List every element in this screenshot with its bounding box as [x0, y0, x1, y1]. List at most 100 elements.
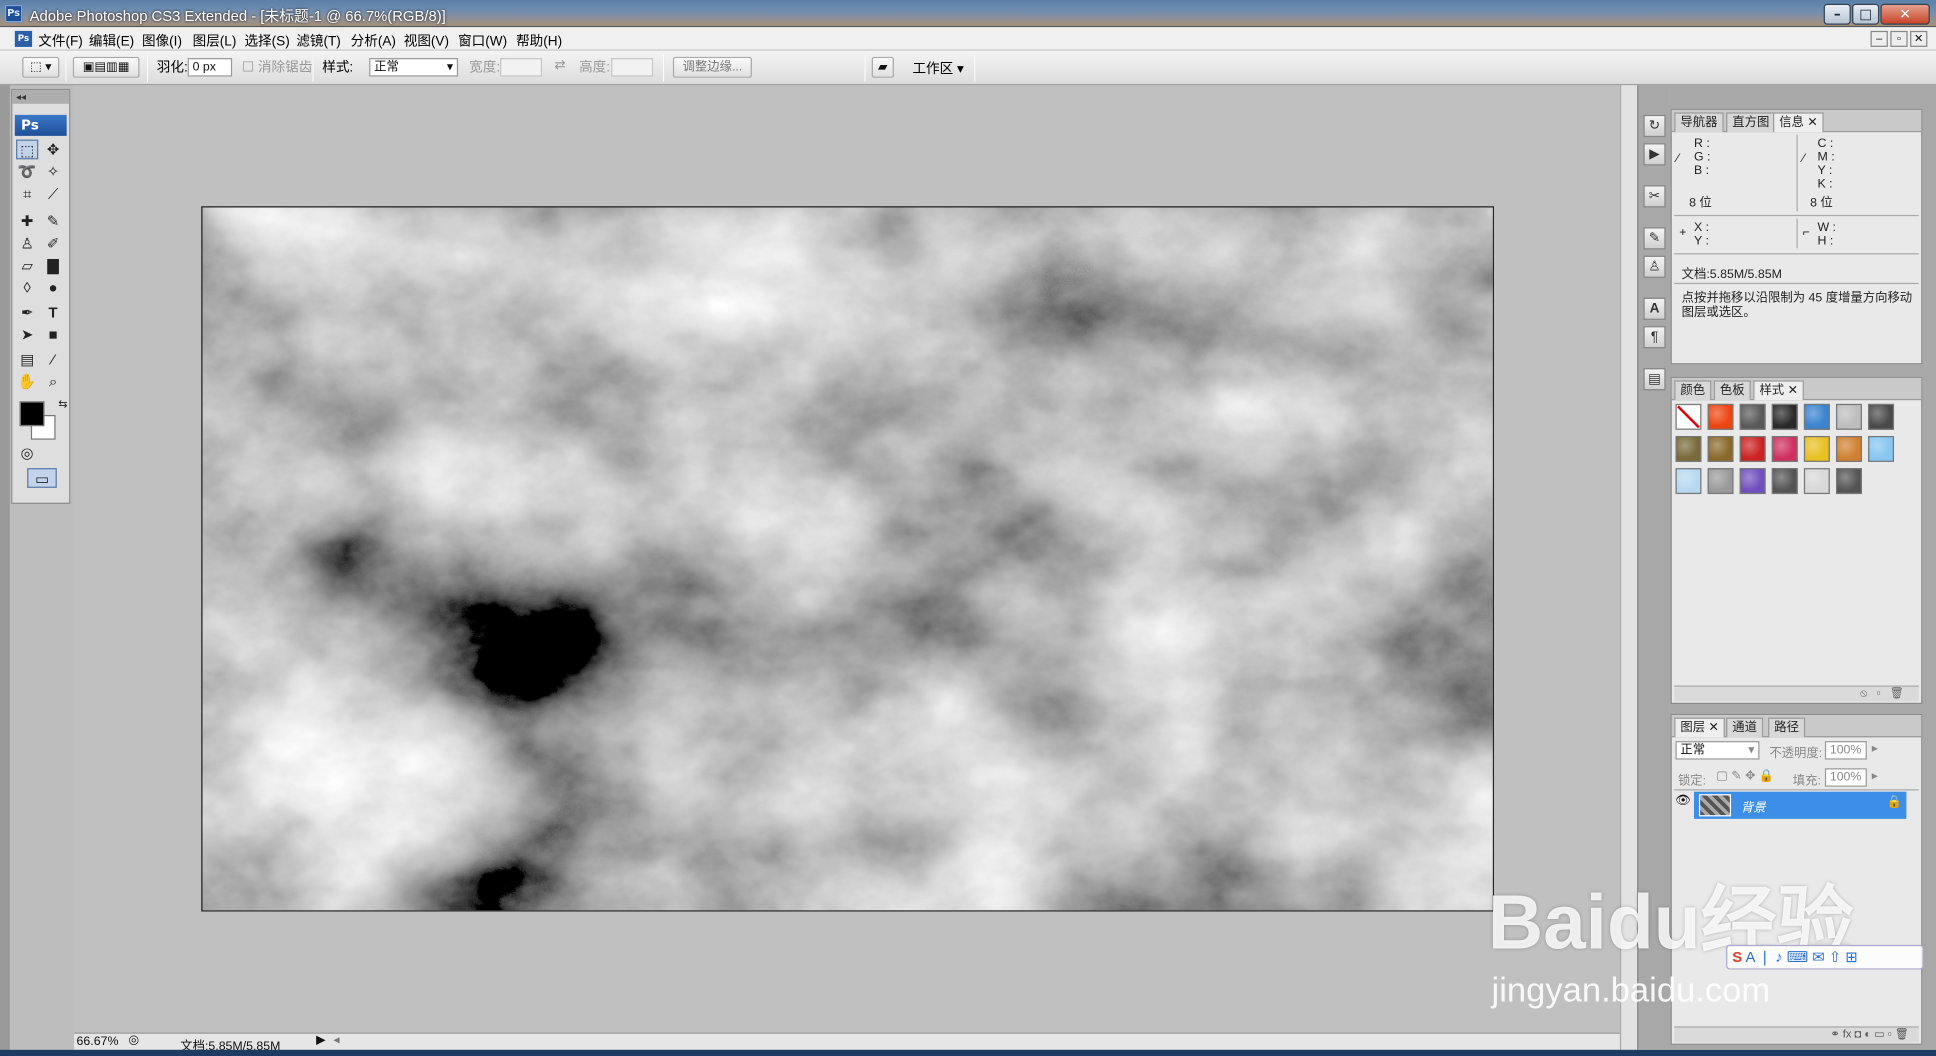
style-select[interactable]: 正常 ▾: [369, 58, 459, 77]
style-swatch[interactable]: [1739, 468, 1766, 495]
fill-input[interactable]: 100%: [1824, 768, 1867, 787]
style-swatch[interactable]: [1803, 468, 1830, 495]
refine-edge-button[interactable]: 调整边缘...: [672, 56, 752, 78]
height-input[interactable]: [611, 58, 654, 77]
crop-tool-icon[interactable]: ⌗: [16, 184, 38, 204]
zoom-tool-icon[interactable]: ⌕: [42, 372, 64, 392]
document-canvas[interactable]: [201, 206, 1494, 912]
marquee-tool-icon[interactable]: ⬚: [16, 139, 39, 160]
eyedropper-icon[interactable]: ⁄: [42, 350, 64, 370]
menu-file[interactable]: 文件(F): [38, 31, 83, 51]
style-swatch[interactable]: [1803, 403, 1830, 430]
tab-color[interactable]: 颜色: [1674, 380, 1712, 401]
notes-tool-icon[interactable]: ▤: [16, 350, 38, 370]
workspace-button[interactable]: 工作区 ▾: [912, 58, 963, 78]
brush-tool-icon[interactable]: ✎: [42, 211, 64, 231]
swap-icon[interactable]: ⇄: [554, 57, 565, 73]
document-icon[interactable]: Ps: [14, 30, 33, 47]
style-swatch[interactable]: [1771, 435, 1798, 462]
style-swatch[interactable]: [1835, 435, 1862, 462]
opacity-arrow-icon[interactable]: ▸: [1872, 742, 1878, 756]
menu-view[interactable]: 视图(V): [404, 31, 449, 51]
doc-restore-button[interactable]: ▫: [1890, 30, 1908, 47]
menu-help[interactable]: 帮助(H): [516, 31, 562, 51]
slice-tool-icon[interactable]: ⟋: [42, 184, 64, 204]
magic-wand-icon[interactable]: ✧: [42, 162, 64, 182]
style-swatch[interactable]: [1868, 435, 1895, 462]
move-tool-icon[interactable]: ✥: [42, 140, 64, 160]
eraser-tool-icon[interactable]: ▱: [16, 256, 38, 276]
blend-mode-select[interactable]: 正常 ▾: [1675, 741, 1760, 760]
ime-toolbar[interactable]: S A ❘ ♪ ⌨ ✉ ⇧ ⊞: [1726, 944, 1924, 970]
doc-close-button[interactable]: ✕: [1910, 30, 1928, 47]
actions-panel-icon[interactable]: ▶: [1643, 143, 1666, 166]
style-swatch[interactable]: [1739, 403, 1766, 430]
style-swatch[interactable]: [1707, 403, 1734, 430]
style-swatch[interactable]: [1771, 468, 1798, 495]
minimize-button[interactable]: –: [1823, 3, 1851, 25]
visibility-eye-icon[interactable]: 👁: [1674, 794, 1691, 811]
style-swatch[interactable]: [1803, 435, 1830, 462]
clone-source-icon[interactable]: ♙: [1643, 255, 1666, 278]
quick-mask-icon[interactable]: ◎: [16, 443, 38, 463]
style-swatch[interactable]: [1868, 403, 1895, 430]
fill-arrow-icon[interactable]: ▸: [1872, 769, 1878, 783]
menu-layer[interactable]: 图层(L): [193, 31, 237, 51]
zoom-level[interactable]: 66.67%: [77, 1035, 119, 1049]
tab-info[interactable]: 信息 ✕: [1773, 112, 1824, 133]
close-button[interactable]: ✕: [1880, 3, 1930, 25]
feather-input[interactable]: 0 px: [187, 58, 233, 77]
healing-brush-icon[interactable]: ✚: [16, 211, 38, 231]
history-panel-icon[interactable]: ↻: [1643, 114, 1666, 138]
lasso-tool-icon[interactable]: ➰: [16, 162, 38, 182]
gradient-tool-icon[interactable]: ▇: [42, 256, 64, 276]
selection-mode-buttons[interactable]: ▣▤▥▦: [72, 56, 140, 78]
style-swatch[interactable]: [1675, 403, 1702, 430]
layer-row-background[interactable]: 背景 🔒: [1694, 791, 1907, 819]
antialias-checkbox[interactable]: ☐ 消除锯齿: [242, 57, 312, 77]
style-swatch[interactable]: [1675, 435, 1702, 462]
menu-filter[interactable]: 滤镜(T): [296, 31, 341, 51]
hscroll-left-icon[interactable]: ◂: [333, 1034, 339, 1048]
style-swatch[interactable]: [1835, 403, 1862, 430]
menu-edit[interactable]: 编辑(E): [89, 31, 134, 51]
tab-histogram[interactable]: 直方图: [1726, 112, 1776, 133]
menu-window[interactable]: 窗口(W): [458, 31, 507, 51]
shape-tool-icon[interactable]: ■: [42, 325, 64, 345]
pen-tool-icon[interactable]: ✒: [16, 303, 38, 323]
style-swatch[interactable]: [1707, 435, 1734, 462]
clone-stamp-icon[interactable]: ♙: [16, 233, 38, 253]
hand-tool-icon[interactable]: ✋: [16, 372, 38, 392]
lock-icons[interactable]: ▢ ✎ ✥ 🔒: [1716, 769, 1774, 783]
type-tool-icon[interactable]: T: [42, 303, 64, 323]
doc-minimize-button[interactable]: –: [1870, 30, 1888, 47]
eyedropper-icon[interactable]: ⁄: [1803, 152, 1805, 166]
eyedropper-icon[interactable]: ⁄: [1677, 152, 1679, 166]
history-brush-icon[interactable]: ✐: [42, 233, 64, 253]
tool-preset-picker[interactable]: ⬚ ▾: [22, 56, 60, 78]
style-swatch[interactable]: [1771, 403, 1798, 430]
menu-select[interactable]: 选择(S): [244, 31, 289, 51]
screen-mode-icon[interactable]: ▭: [27, 468, 57, 488]
opacity-input[interactable]: 100%: [1824, 741, 1867, 760]
status-menu-arrow-icon[interactable]: ▶: [316, 1034, 326, 1048]
style-swatch[interactable]: [1675, 468, 1702, 495]
swap-colors-icon[interactable]: ⇆: [52, 394, 74, 414]
menu-analysis[interactable]: 分析(A): [351, 31, 396, 51]
blur-tool-icon[interactable]: ◊: [16, 278, 38, 298]
tool-presets-icon[interactable]: ✂: [1643, 185, 1666, 208]
menu-image[interactable]: 图像(I): [142, 31, 182, 51]
tab-layers[interactable]: 图层 ✕: [1674, 717, 1726, 738]
bridge-icon[interactable]: ▰: [871, 56, 894, 78]
layer-comps-icon[interactable]: ▤: [1643, 368, 1666, 391]
tab-styles[interactable]: 样式 ✕: [1753, 380, 1805, 401]
status-info-icon[interactable]: ◎: [128, 1034, 139, 1048]
style-swatch[interactable]: [1835, 468, 1862, 495]
style-swatch[interactable]: [1707, 468, 1734, 495]
tab-swatches[interactable]: 色板: [1713, 380, 1751, 401]
path-selection-icon[interactable]: ➤: [16, 325, 38, 345]
tab-channels[interactable]: 通道: [1726, 717, 1764, 738]
dodge-tool-icon[interactable]: ●: [42, 278, 64, 298]
width-input[interactable]: [500, 58, 543, 77]
brushes-panel-icon[interactable]: ✎: [1643, 227, 1666, 250]
